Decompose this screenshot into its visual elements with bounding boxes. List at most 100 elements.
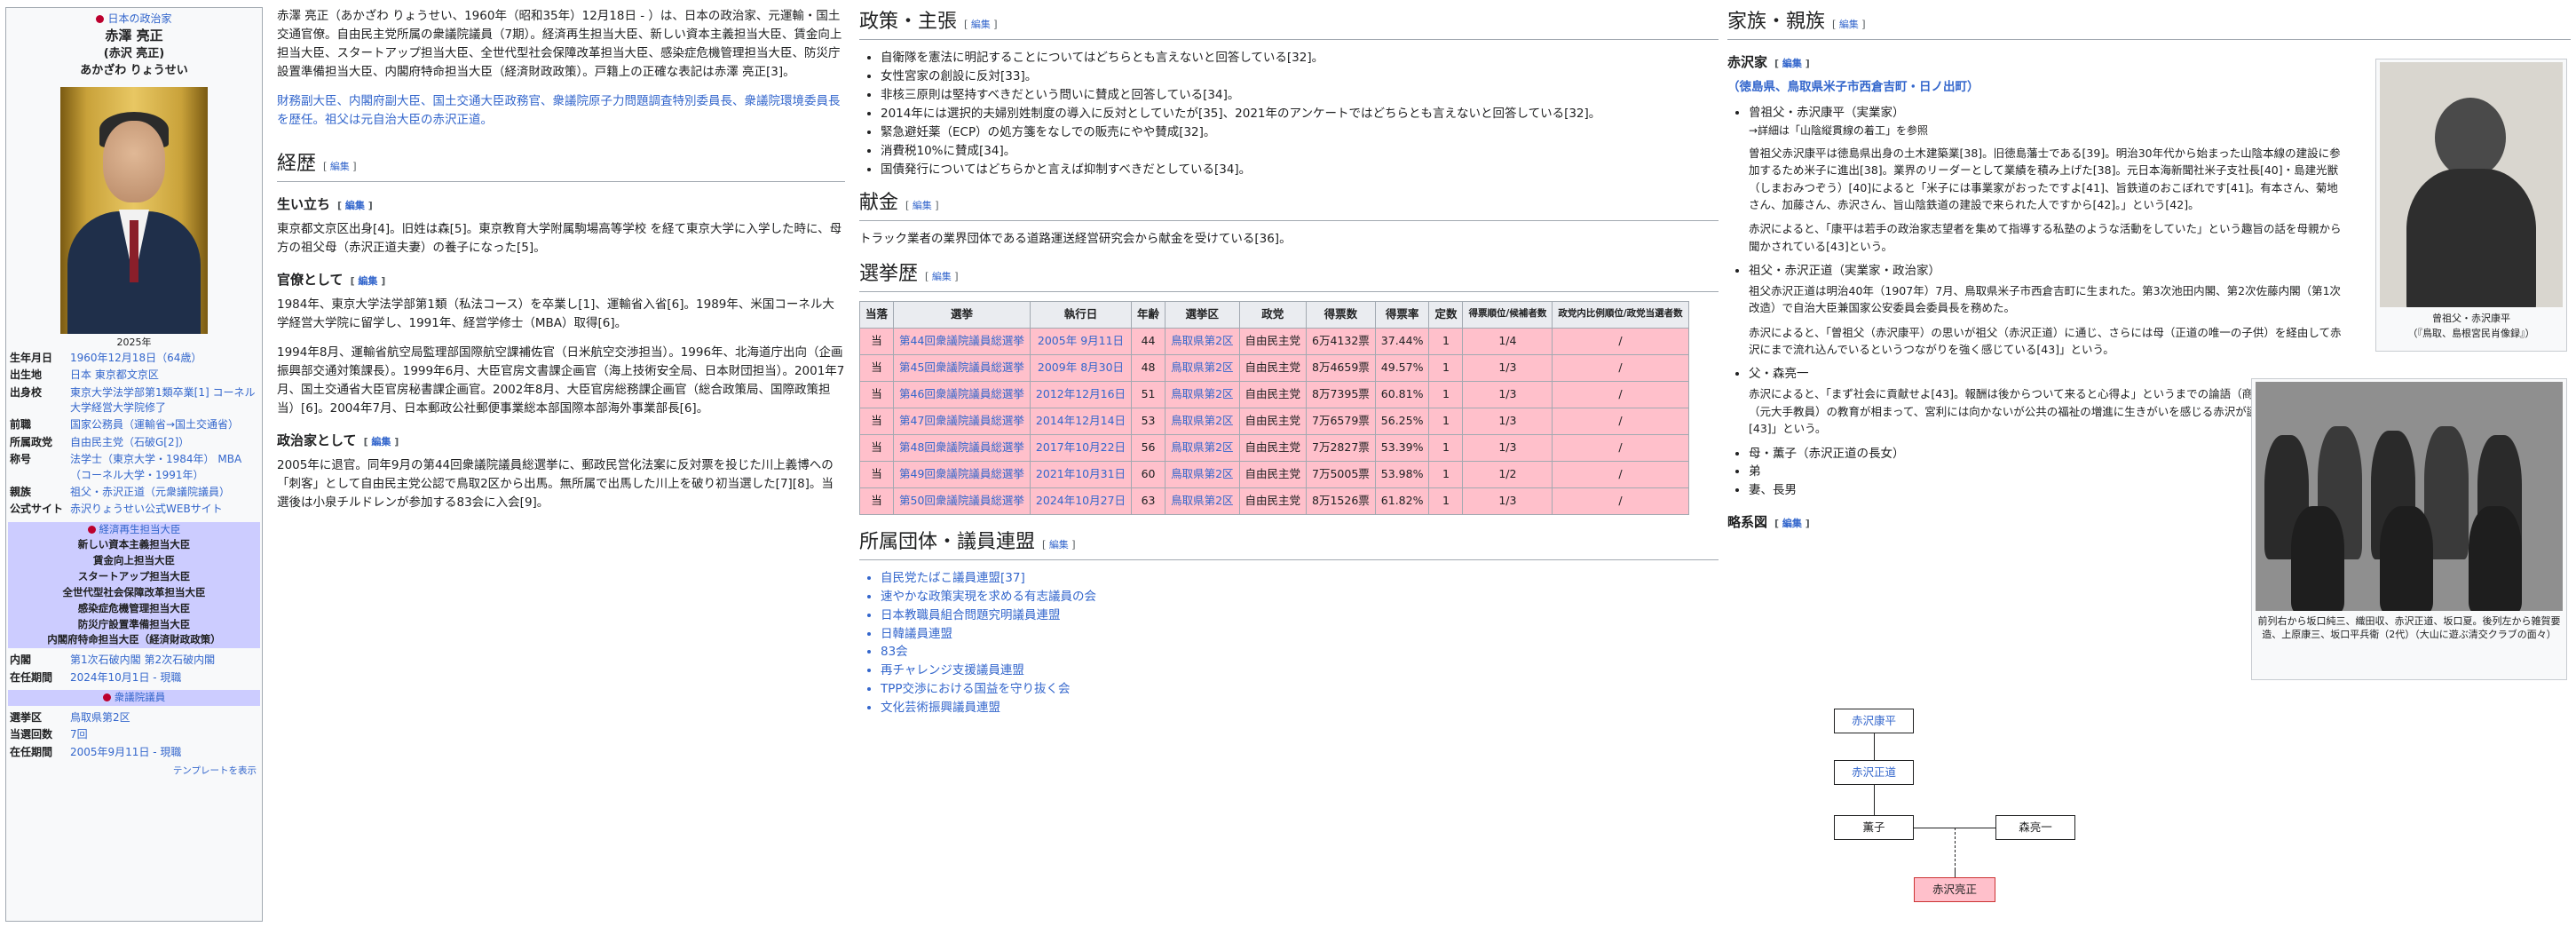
election-cell[interactable]: 2012年12月16日 — [1029, 380, 1133, 408]
minister-post[interactable]: 防災庁設置準備担当大臣 — [8, 617, 260, 633]
edit-link[interactable]: 編集 — [371, 436, 391, 448]
group-item[interactable]: 再チャレンジ支援議員連盟 — [881, 662, 1719, 680]
infobox-row-value[interactable]: 7回 — [70, 727, 258, 742]
election-cell[interactable]: 2005年 9月11日 — [1029, 327, 1133, 355]
election-cell: 1 — [1428, 433, 1464, 462]
show-template-link[interactable]: テンプレートを表示 — [173, 765, 257, 776]
edit-link[interactable]: 編集 — [971, 19, 991, 30]
edit-link[interactable]: 編集 — [1049, 539, 1069, 551]
minister-post[interactable]: 新しい資本主義担当大臣 — [8, 537, 260, 553]
top-label-link[interactable]: 日本の政治家 — [107, 12, 171, 25]
tree-node-kohei[interactable]: 赤沢康平 — [1834, 709, 1914, 733]
policy-list: 自衛隊を憲法に明記することについてはどちらとも言えないと回答している[32]。女… — [859, 49, 1719, 178]
group-item[interactable]: 日本教職員組合問題究明議員連盟 — [881, 606, 1719, 625]
election-cell[interactable]: 2014年12月14日 — [1029, 407, 1133, 435]
election-cell: 自由民主党 — [1238, 353, 1308, 382]
election-cell: / — [1552, 327, 1689, 355]
election-cell[interactable]: 鳥取県第2区 — [1165, 380, 1240, 408]
edit-link[interactable]: 編集 — [913, 200, 932, 211]
election-cell[interactable]: 鳥取県第2区 — [1165, 327, 1240, 355]
infobox-row-value[interactable]: 国家公務員（運輸省→国土交通省） — [70, 417, 258, 432]
minister-post[interactable]: 賃金向上担当大臣 — [8, 553, 260, 569]
election-cell[interactable]: 2021年10月31日 — [1029, 460, 1133, 488]
election-cell[interactable]: 鳥取県第2区 — [1165, 433, 1240, 462]
photo-group[interactable] — [2256, 382, 2563, 611]
band2-title[interactable]: 衆議院議員 — [115, 691, 166, 703]
election-cell: 当 — [858, 407, 895, 435]
edit-link[interactable]: 編集 — [932, 271, 952, 282]
election-cell[interactable]: 鳥取県第2区 — [1165, 353, 1240, 382]
great-grandfather-ref: →詳細は「山陰縦貫線の着工」を参照 — [1749, 124, 1929, 138]
election-cell: 53.98% — [1374, 460, 1430, 488]
election-cell[interactable]: 第46回衆議院議員総選挙 — [893, 380, 1031, 408]
portrait-photo[interactable] — [60, 86, 208, 334]
grandfather-paragraph-1: 祖父赤沢正道は明治40年（1907年）7月、鳥取県米子市西倉吉町に生まれた。第3… — [1749, 283, 2342, 315]
election-cell[interactable]: 第45回衆議院議員総選挙 — [893, 353, 1031, 382]
group-item[interactable]: TPP交渉における国益を守り抜く会 — [881, 680, 1719, 699]
infobox-row-value[interactable]: 2005年9月11日 - 現職 — [70, 745, 258, 760]
infobox-row-value[interactable]: 第1次石破内閣 第2次石破内閣 — [70, 653, 258, 668]
election-cell[interactable]: 2009年 8月30日 — [1029, 353, 1133, 382]
article-column-1: 赤澤 亮正（あかざわ りょうせい、1960年（昭和35年）12月18日 - ）は… — [277, 7, 845, 523]
diet-band: 衆議院議員 — [8, 689, 260, 706]
edit-link[interactable]: 編集 — [345, 200, 365, 211]
minister-post[interactable]: 内閣府特命担当大臣（経済財政政策） — [8, 632, 260, 648]
election-cell: 8万7395票 — [1306, 380, 1376, 408]
election-cell[interactable]: 第49回衆議院議員総選挙 — [893, 460, 1031, 488]
infobox-row-value[interactable]: 1960年12月18日（64歳） — [70, 351, 258, 366]
policy-item: 緊急避妊薬（ECP）の処方箋をなしでの販売にやや賛成[32]。 — [881, 123, 1719, 142]
election-cell: 1/3 — [1462, 407, 1553, 435]
election-cell[interactable]: 鳥取県第2区 — [1165, 460, 1240, 488]
infobox-row-value[interactable]: 自由民主党（石破G[2]） — [70, 435, 258, 450]
group-item[interactable]: 83会 — [881, 643, 1719, 662]
election-cell: 1/3 — [1462, 380, 1553, 408]
band1-title[interactable]: 経済再生担当大臣 — [99, 523, 181, 535]
election-cell[interactable]: 2024年10月27日 — [1029, 487, 1133, 515]
edit-link[interactable]: 編集 — [358, 275, 377, 287]
group-item[interactable]: 日韓議員連盟 — [881, 625, 1719, 644]
election-cell[interactable]: 第50回衆議院議員総選挙 — [893, 487, 1031, 515]
infobox-row-value[interactable]: 祖父・赤沢正道（元衆議院議員） — [70, 485, 258, 500]
edit-link[interactable]: 編集 — [330, 161, 350, 172]
infobox-row-label: 出身校 — [10, 385, 43, 399]
minister-post[interactable]: スタートアップ担当大臣 — [8, 569, 260, 585]
minister-post[interactable]: 全世代型社会保障改革担当大臣 — [8, 585, 260, 601]
photo-kohei-thumb[interactable]: 曾祖父・赤沢康平 （『鳥取、島根宮民肖像録』） — [2375, 59, 2567, 352]
election-cell[interactable]: 鳥取県第2区 — [1165, 407, 1240, 435]
infobox-row-value[interactable]: 日本 東京都文京区 — [70, 368, 258, 383]
photo-kohei[interactable] — [2380, 62, 2563, 307]
tree-node-masamichi[interactable]: 赤沢正道 — [1834, 760, 1914, 785]
infobox-row-value[interactable]: 鳥取県第2区 — [70, 710, 258, 725]
grandfather-paragraph-2: 赤沢によると、「曽祖父（赤沢康平）の思いが祖父（赤沢正道）に通じ、さらには母（正… — [1749, 325, 2342, 357]
election-cell[interactable]: 第47回衆議院議員総選挙 — [893, 407, 1031, 435]
election-cell: 1 — [1428, 407, 1464, 435]
group-item[interactable]: 速やかな政策実現を求める有志議員の会 — [881, 588, 1719, 606]
infobox-row: 出生地 日本 東京都文京区 — [6, 367, 262, 384]
election-cell: 当 — [858, 327, 895, 355]
edit-link[interactable]: 編集 — [1839, 19, 1859, 30]
infobox-row-value[interactable]: 東京大学法学部第1類卒業[1] コーネル大学経営大学院修了 — [70, 385, 258, 416]
infobox-header: 日本の政治家 赤澤 亮正 (赤沢 亮正) あかざわ りょうせい — [6, 8, 262, 82]
infobox-reading: あかざわ りょうせい — [80, 63, 188, 77]
infobox-row-label: 生年月日 — [10, 351, 53, 364]
infobox-row-value[interactable]: 赤沢りょうせい公式WEBサイト — [70, 502, 258, 517]
election-cell[interactable]: 第44回衆議院議員総選挙 — [893, 327, 1031, 355]
infobox-row: 出身校 東京大学法学部第1類卒業[1] コーネル大学経営大学院修了 — [6, 384, 262, 417]
infobox-row-value[interactable]: 法学士（東京大学・1984年） MBA（コーネル大学・1991年） — [70, 452, 258, 483]
minister-post[interactable]: 感染症危機管理担当大臣 — [8, 601, 260, 617]
edit-link[interactable]: 編集 — [1782, 518, 1802, 529]
group-item[interactable]: 文化芸術振興議員連盟 — [881, 699, 1719, 717]
infobox-row: 前職 国家公務員（運輸省→国土交通省） — [6, 416, 262, 433]
infobox-row-value[interactable]: 2024年10月1日 - 現職 — [70, 670, 258, 685]
edit-link[interactable]: 編集 — [1782, 58, 1802, 69]
election-cell[interactable]: 鳥取県第2区 — [1165, 487, 1240, 515]
election-cell: 自由民主党 — [1238, 460, 1308, 488]
infobox-row-label: 親族 — [10, 485, 32, 498]
election-cell[interactable]: 2017年10月22日 — [1029, 433, 1133, 462]
infobox-row: 親族 祖父・赤沢正道（元衆議院議員） — [6, 484, 262, 501]
election-col-header: 得票数 — [1306, 300, 1376, 329]
photo-group-thumb[interactable]: 前列右から坂口純三、織田収、赤沢正道、坂口夏。後列左から雑賀要造、上原康三、坂口… — [2251, 378, 2567, 680]
group-item[interactable]: 自民党たばこ議員連盟[37] — [881, 569, 1719, 588]
election-cell: 自由民主党 — [1238, 327, 1308, 355]
election-cell[interactable]: 第48回衆議院議員総選挙 — [893, 433, 1031, 462]
